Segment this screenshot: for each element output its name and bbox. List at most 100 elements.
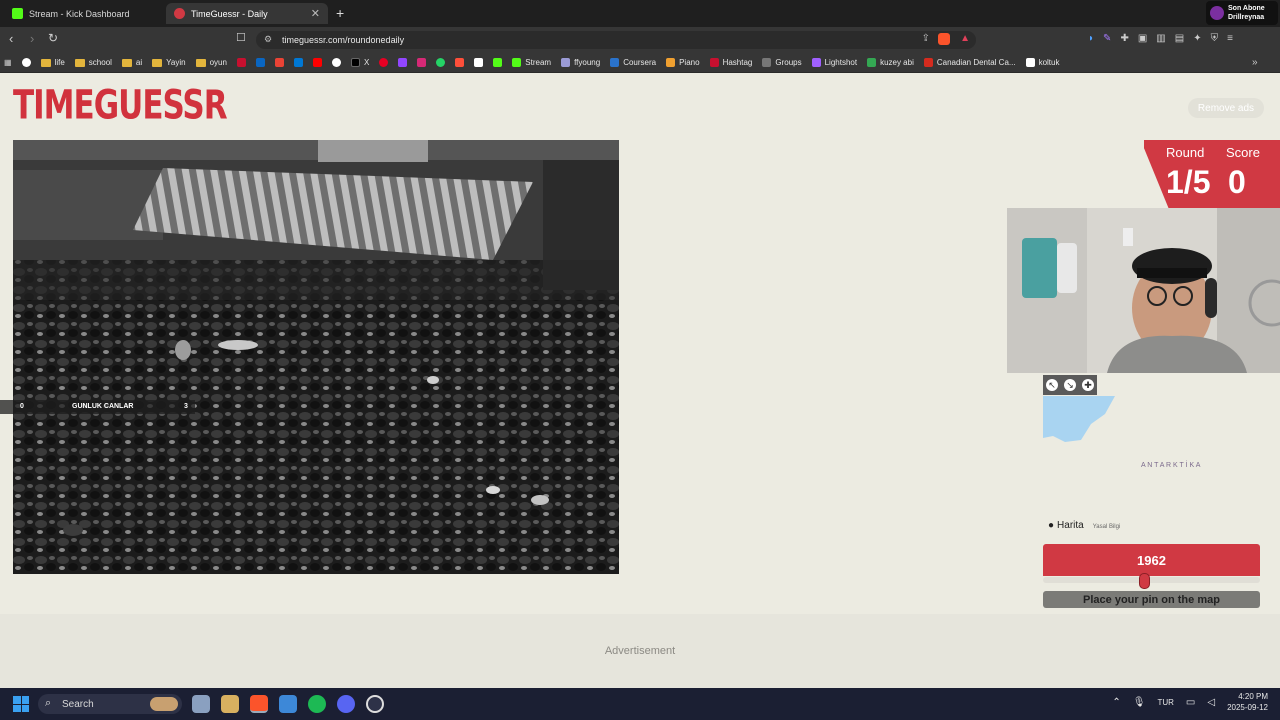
bookmark-ffyoung[interactable]: ffyoung bbox=[561, 58, 600, 67]
amazon-icon[interactable] bbox=[474, 58, 484, 67]
bookmark-yayin[interactable]: Yayin bbox=[152, 58, 186, 67]
guess-map[interactable]: ↖ ↘ ✚ A N T A R K T İ K A ● Harita Yasal… bbox=[1043, 374, 1260, 539]
link-icon bbox=[561, 58, 571, 67]
shrink-map-icon[interactable]: ↘ bbox=[1064, 379, 1076, 391]
brave-rewards-icon[interactable]: ▲ bbox=[960, 33, 970, 44]
bookmark-piano[interactable]: Piano bbox=[666, 58, 700, 67]
folder-icon bbox=[40, 58, 51, 67]
youtube-icon[interactable] bbox=[312, 58, 322, 67]
microphone-icon[interactable]: 🎙 bbox=[1133, 697, 1146, 708]
site-logo[interactable]: TIMEGUESSR bbox=[13, 85, 228, 126]
search-icon: ⌕ bbox=[45, 697, 52, 709]
apps-icon[interactable]: ▦ bbox=[4, 58, 12, 67]
obs-icon[interactable] bbox=[366, 695, 384, 713]
tab-timeguessr[interactable]: TimeGuessr - Daily ✕ bbox=[166, 3, 328, 24]
screenshot-icon[interactable]: ▣ bbox=[1138, 33, 1147, 44]
bookmarks-bar: ▦ life school ai Yayin oyun X Stream ffy… bbox=[0, 53, 1280, 73]
chrome-icon[interactable] bbox=[331, 58, 341, 67]
volume-icon[interactable]: ◁ bbox=[1207, 697, 1215, 708]
share-icon[interactable]: ⇪ bbox=[922, 33, 930, 44]
app-bookmark-icon[interactable] bbox=[236, 58, 246, 67]
wallet2-icon[interactable]: ▤ bbox=[1175, 33, 1184, 44]
vpn-icon[interactable]: ⛨ bbox=[1211, 33, 1219, 44]
spotify-icon[interactable] bbox=[308, 695, 326, 713]
twitch-icon[interactable] bbox=[398, 58, 408, 67]
leo-icon[interactable]: ✦ bbox=[1193, 33, 1201, 44]
expand-map-icon[interactable]: ↖ bbox=[1046, 379, 1058, 391]
back-icon[interactable]: ‹ bbox=[9, 31, 13, 46]
clock-time: 4:20 PM bbox=[1238, 692, 1268, 701]
file-explorer-icon[interactable] bbox=[221, 695, 239, 713]
forward-icon[interactable]: › bbox=[30, 31, 34, 46]
windows-start-icon[interactable] bbox=[13, 696, 29, 712]
year-slider-thumb[interactable] bbox=[1139, 573, 1151, 589]
brave-shields-icon[interactable] bbox=[938, 33, 950, 45]
bookmark-oyun[interactable]: oyun bbox=[195, 58, 227, 67]
bookmark-lightshot[interactable]: Lightshot bbox=[811, 58, 857, 67]
folder-icon bbox=[74, 58, 85, 67]
linkedin-icon[interactable] bbox=[255, 58, 265, 67]
map-legal-link[interactable]: Yasal Bilgi bbox=[1093, 524, 1121, 530]
menu-icon[interactable]: ≡ bbox=[1227, 33, 1233, 44]
chevron-up-icon[interactable]: ⌃ bbox=[1112, 697, 1120, 708]
bookmark-label: X bbox=[363, 58, 370, 67]
bookmark-stream[interactable]: Stream bbox=[512, 58, 551, 67]
reload-icon[interactable]: ↻ bbox=[48, 31, 58, 45]
score-value: 0 bbox=[1228, 164, 1246, 200]
kick-icon[interactable] bbox=[493, 58, 503, 67]
url-field[interactable]: ⚙ timeguessr.com/roundonedaily ⇪ ▲ bbox=[256, 31, 976, 49]
tumblr-icon[interactable] bbox=[455, 58, 465, 67]
tab-label: TimeGuessr - Daily bbox=[191, 8, 268, 19]
photos-icon[interactable] bbox=[279, 695, 297, 713]
map-attribution: ● Harita Yasal Bilgi bbox=[1048, 520, 1120, 531]
language-indicator[interactable]: TUR bbox=[1157, 697, 1173, 708]
bookmark-school[interactable]: school bbox=[74, 58, 112, 67]
bookmark-groups[interactable]: Groups bbox=[762, 58, 802, 67]
outlook-icon[interactable] bbox=[293, 58, 303, 67]
brave-browser-icon[interactable] bbox=[250, 695, 268, 713]
task-view-icon[interactable] bbox=[192, 695, 210, 713]
discord-icon[interactable] bbox=[337, 695, 355, 713]
more-bookmarks-icon[interactable]: » bbox=[1252, 57, 1258, 68]
close-tab-icon[interactable]: ✕ bbox=[311, 7, 320, 20]
bookmark-hashtag[interactable]: Hashtag bbox=[709, 58, 752, 67]
wallet-icon[interactable]: ◗ bbox=[1088, 33, 1094, 44]
tab-label: Stream - Kick Dashboard bbox=[29, 8, 130, 19]
lives-title: GUNLUK CANLAR bbox=[72, 403, 134, 410]
clock[interactable]: 4:20 PM 2025-09-12 bbox=[1227, 691, 1268, 713]
site-info-icon[interactable]: ⚙ bbox=[264, 34, 272, 45]
sidebar-icon[interactable]: ▥ bbox=[1156, 33, 1165, 44]
pinterest-icon[interactable] bbox=[379, 58, 389, 67]
crowd-photo-image bbox=[13, 140, 619, 574]
bookmark-life[interactable]: life bbox=[40, 58, 65, 67]
bookmark-label: koltuk bbox=[1038, 58, 1060, 67]
gmail-icon[interactable] bbox=[274, 58, 284, 67]
bookmark-label: oyun bbox=[209, 58, 227, 67]
bookmark-coursera[interactable]: Coursera bbox=[610, 58, 656, 67]
taskbar-search[interactable]: ⌕ Search bbox=[38, 694, 182, 714]
pen-icon[interactable]: ✎ bbox=[1103, 33, 1111, 44]
timeguessr-icon bbox=[174, 8, 185, 19]
pin-map-icon[interactable]: ✚ bbox=[1082, 379, 1094, 391]
tab-kick-dashboard[interactable]: Stream - Kick Dashboard bbox=[4, 3, 164, 24]
network-icon[interactable]: ▭ bbox=[1186, 697, 1195, 708]
stream-notification: Son Abone Drillreynaa bbox=[1206, 1, 1278, 25]
bookmark-x[interactable]: X bbox=[350, 58, 370, 67]
new-tab-button[interactable]: + bbox=[336, 5, 344, 21]
kick-icon bbox=[12, 8, 23, 19]
remove-ads-button[interactable]: Remove ads bbox=[1188, 98, 1264, 118]
whatsapp-icon[interactable] bbox=[436, 58, 446, 67]
google-icon[interactable] bbox=[21, 58, 31, 67]
bookmark-kuzey-abi[interactable]: kuzey abi bbox=[867, 58, 914, 67]
year-slider-track[interactable] bbox=[1043, 577, 1260, 583]
instagram-icon[interactable] bbox=[417, 58, 427, 67]
extensions-icon[interactable]: ✚ bbox=[1120, 33, 1128, 44]
bookmark-koltuk[interactable]: koltuk bbox=[1025, 58, 1060, 67]
x-icon bbox=[350, 58, 360, 67]
bookmark-icon[interactable]: ☐ bbox=[236, 31, 246, 44]
bookmark-ai[interactable]: ai bbox=[121, 58, 143, 67]
bookmark-label: ai bbox=[135, 58, 143, 67]
lives-left-value: 0 bbox=[20, 403, 24, 410]
bookmark-canadian-dental[interactable]: Canadian Dental Ca... bbox=[923, 58, 1016, 67]
place-pin-button[interactable]: Place your pin on the map bbox=[1043, 591, 1260, 608]
